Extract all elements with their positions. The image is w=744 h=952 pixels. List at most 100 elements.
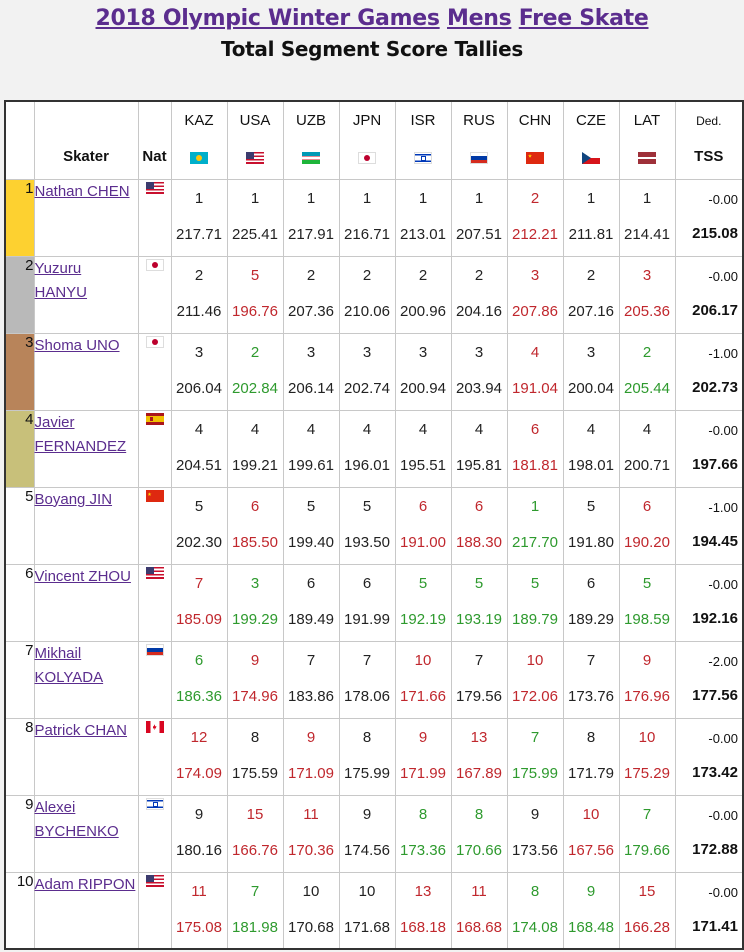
judge-score-cell: 10 175.29	[618, 717, 676, 796]
judge-rank: 5	[194, 497, 204, 515]
judge-score-cell: 4 199.21	[226, 409, 284, 488]
skater-name-link[interactable]: Nathan CHEN	[35, 183, 130, 200]
judge-score-cell: 4 204.51	[170, 409, 228, 488]
judge-rank: 4	[194, 420, 204, 438]
nationality-cell	[137, 255, 172, 334]
judge-rank: 9	[306, 728, 316, 746]
deduction-value: -0.00	[708, 884, 738, 900]
judge-code: ISR	[410, 112, 436, 129]
judge-score-cell: 5 191.80	[562, 486, 620, 565]
judge-score-cell: 6 191.00	[394, 486, 452, 565]
deduction-value: -1.00	[708, 499, 738, 515]
judge-score-cell: 10 171.68	[338, 871, 396, 950]
judge-score: 166.76	[232, 841, 278, 859]
table-row: 5 Boyang JIN 5 202.30 6 185.50 5 199.40 5 193.50 6…	[4, 486, 744, 565]
judge-rank: 9	[642, 651, 652, 669]
judge-code: USA	[239, 112, 271, 129]
skater-name-link[interactable]: Mikhail KOLYADA	[35, 645, 104, 686]
judge-score-cell: 10 171.66	[394, 640, 452, 719]
judge-score: 191.99	[344, 610, 390, 628]
uzbekistan-flag-icon	[302, 152, 320, 164]
games-link[interactable]: 2018 Olympic Winter Games	[96, 6, 440, 31]
judge-code: RUS	[463, 112, 495, 129]
judge-score-cell: 3 206.04	[170, 332, 228, 411]
table-row: 9 Alexei BYCHENKO 9 180.16 15 166.76 11 170.36 9…	[4, 794, 744, 873]
judge-rank: 3	[530, 266, 540, 284]
usa-flag-icon	[145, 567, 164, 580]
judge-rank: 9	[586, 882, 596, 900]
skater-name-link[interactable]: Javier FERNANDEZ	[35, 414, 127, 455]
tss-value: 194.45	[692, 532, 738, 550]
rank-cell: 6	[4, 563, 35, 642]
judge-score: 225.41	[232, 225, 278, 243]
judge-rank: 2	[642, 343, 652, 361]
japan-flag-icon	[358, 152, 376, 164]
judge-rank: 10	[358, 882, 376, 900]
skater-name-link[interactable]: Alexei BYCHENKO	[35, 799, 119, 840]
judge-score: 205.44	[624, 379, 670, 397]
judge-score: 167.56	[568, 841, 614, 859]
judge-score: 200.96	[400, 302, 446, 320]
judge-rank: 15	[246, 805, 264, 823]
judge-rank: 5	[250, 266, 260, 284]
rank-cell: 1	[4, 178, 35, 257]
judge-code: UZB	[296, 112, 326, 129]
judge-rank: 5	[530, 574, 540, 592]
judge-rank: 2	[250, 343, 260, 361]
judge-rank: 12	[190, 728, 208, 746]
judge-score-cell: 7 178.06	[338, 640, 396, 719]
tss-value: 172.88	[692, 840, 738, 858]
judge-score: 203.94	[456, 379, 502, 397]
china-flag-icon	[145, 490, 164, 503]
tss-value: 202.73	[692, 378, 738, 396]
judge-rank: 10	[414, 651, 432, 669]
skater-name-link[interactable]: Adam RIPPON	[35, 876, 136, 893]
event-mens-link[interactable]: Mens	[447, 6, 512, 31]
judge-score: 175.99	[512, 764, 558, 782]
judge-score-cell: 5 199.40	[282, 486, 340, 565]
judge-score-cell: 1 217.71	[170, 178, 228, 257]
judge-score: 179.56	[456, 687, 502, 705]
judge-score: 195.51	[400, 456, 446, 474]
skater-name-link[interactable]: Boyang JIN	[35, 491, 113, 508]
judge-header-cze: CZE	[562, 100, 620, 180]
israel-flag-icon	[414, 152, 432, 164]
judge-score-cell: 4 199.61	[282, 409, 340, 488]
page-subtitle: Total Segment Score Tallies	[221, 37, 523, 61]
table-row: 1 Nathan CHEN 1 217.71 1 225.41 1 217.91 1 216.71…	[4, 178, 744, 257]
judge-score: 174.96	[232, 687, 278, 705]
skater-name-link[interactable]: Patrick CHAN	[35, 722, 128, 739]
judge-rank: 2	[418, 266, 428, 284]
judge-score: 189.49	[288, 610, 334, 628]
tss-cell: -0.00 172.88	[674, 794, 744, 873]
judge-score: 198.01	[568, 456, 614, 474]
skater-name-link[interactable]: Shoma UNO	[35, 337, 120, 354]
segment-link[interactable]: Free Skate	[519, 6, 649, 31]
judge-score: 172.06	[512, 687, 558, 705]
judge-rank: 1	[362, 189, 372, 207]
judge-header-kaz: KAZ	[170, 100, 228, 180]
judge-rank: 8	[474, 805, 484, 823]
judge-score-cell: 6 181.81	[506, 409, 564, 488]
judge-score-cell: 3 207.86	[506, 255, 564, 334]
judge-score-cell: 8 175.99	[338, 717, 396, 796]
judge-rank: 8	[250, 728, 260, 746]
judge-score: 173.76	[568, 687, 614, 705]
judge-rank: 3	[362, 343, 372, 361]
judge-rank: 3	[194, 343, 204, 361]
skater-name-link[interactable]: Vincent ZHOU	[35, 568, 131, 585]
judge-rank: 6	[586, 574, 596, 592]
judge-rank: 7	[530, 728, 540, 746]
judge-score-cell: 5 196.76	[226, 255, 284, 334]
usa-flag-icon	[145, 875, 164, 888]
judge-score: 204.16	[456, 302, 502, 320]
judge-score: 166.28	[624, 918, 670, 936]
skater-name-link[interactable]: Yuzuru HANYU	[35, 260, 88, 301]
judge-header-uzb: UZB	[282, 100, 340, 180]
table-row: 3 Shoma UNO 3 206.04 2 202.84 3 206.14 3 202.74 3 2…	[4, 332, 744, 411]
judge-rank: 11	[303, 805, 319, 823]
table-row: 6 Vincent ZHOU 7 185.09 3 199.29 6 189.49 6 191.9…	[4, 563, 744, 642]
judge-score: 199.21	[232, 456, 278, 474]
japan-flag-icon	[145, 336, 164, 349]
nat-header: Nat	[137, 100, 172, 180]
